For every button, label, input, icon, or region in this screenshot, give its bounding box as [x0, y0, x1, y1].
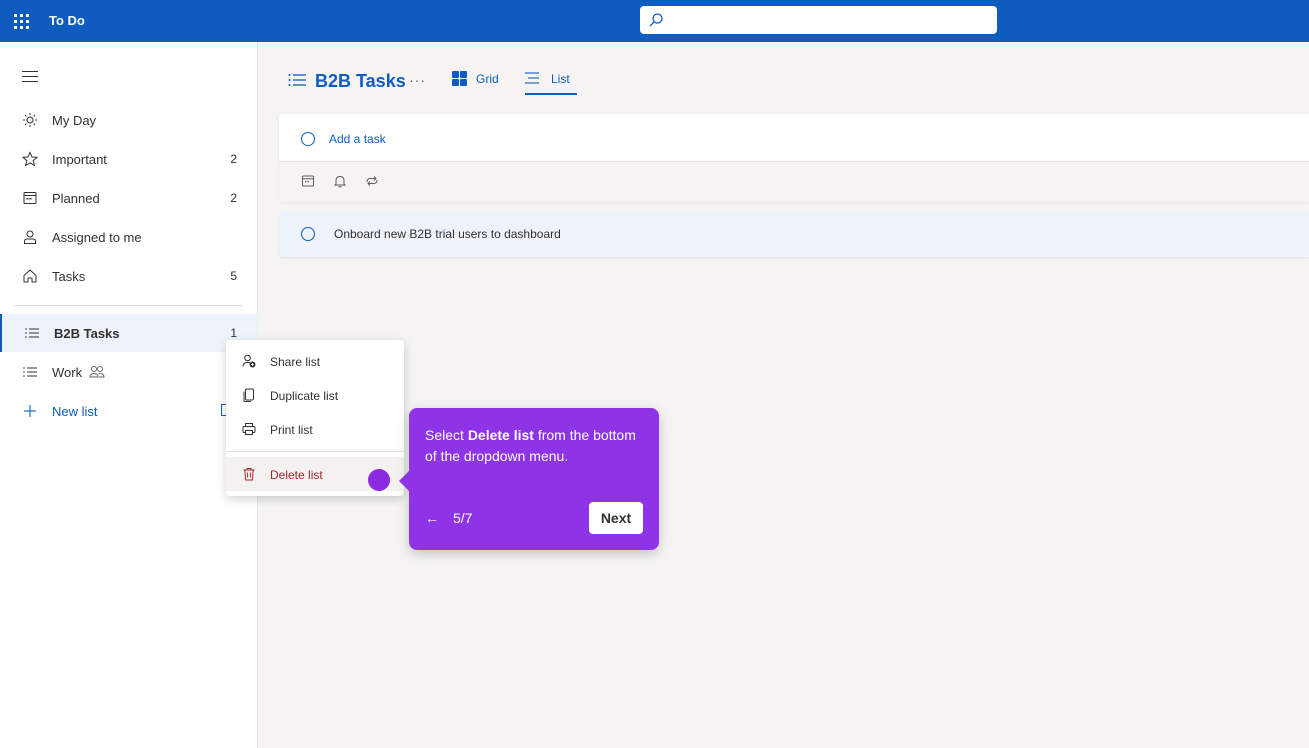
sidebar-item-label: Tasks — [52, 269, 86, 284]
main-panel: B2B Tasks ··· Grid List Add a task Onboa… — [259, 42, 1309, 748]
list-icon — [23, 367, 37, 377]
sidebar-item-tasks[interactable]: Tasks 5 — [0, 257, 258, 295]
sidebar-item-count: 1 — [230, 326, 237, 340]
sidebar-item-count: 5 — [230, 269, 237, 283]
sidebar-item-work[interactable]: Work — [0, 353, 258, 391]
sidebar-item-count: 2 — [230, 152, 237, 166]
sidebar-item-label: Assigned to me — [52, 230, 142, 245]
menu-item-label: Print list — [270, 423, 313, 437]
search-icon — [649, 13, 663, 27]
sidebar-item-label: Work — [52, 365, 83, 380]
tab-label: Grid — [476, 72, 499, 86]
app-title[interactable]: To Do — [49, 13, 85, 28]
list-icon — [25, 328, 39, 338]
grid-icon — [452, 71, 467, 86]
due-date-calendar-icon[interactable] — [301, 174, 315, 188]
walkthrough-tooltip: Select Delete list from the bottom of th… — [399, 408, 659, 550]
sidebar-item-b2b-tasks[interactable]: B2B Tasks 1 — [0, 314, 258, 352]
plus-icon — [24, 405, 36, 417]
step-counter: 5/7 — [453, 510, 473, 526]
back-arrow-icon[interactable]: ← — [425, 510, 439, 526]
add-task-toolbar — [279, 161, 1309, 202]
tooltip-instruction: Select Delete list from the bottom of th… — [425, 427, 636, 464]
sidebar-item-label: My Day — [52, 113, 97, 128]
list-view-icon — [525, 72, 539, 84]
printer-icon — [242, 423, 256, 435]
sidebar-item-count: 2 — [230, 191, 237, 205]
new-list-button[interactable]: New list — [0, 392, 258, 430]
reminder-bell-icon[interactable] — [333, 174, 347, 188]
sidebar-item-planned[interactable]: Planned 2 — [0, 179, 258, 217]
next-button[interactable]: Next — [589, 502, 643, 534]
hamburger-menu-icon[interactable] — [22, 71, 38, 83]
menu-divider — [226, 451, 404, 452]
star-icon — [22, 151, 38, 167]
list-title[interactable]: B2B Tasks — [315, 71, 406, 92]
list-icon — [288, 74, 306, 86]
tab-list-view[interactable]: List — [525, 71, 577, 95]
sun-icon — [23, 113, 37, 127]
waffle-icon[interactable] — [12, 12, 30, 30]
add-task-card: Add a task — [279, 114, 1309, 202]
repeat-icon[interactable] — [365, 174, 379, 188]
trash-icon — [243, 468, 255, 481]
menu-item-duplicate-list[interactable]: Duplicate list — [226, 378, 404, 412]
sidebar-item-assigned-to-me[interactable]: Assigned to me — [0, 218, 258, 256]
complete-task-circle-icon[interactable] — [301, 227, 315, 241]
sidebar-item-label: Important — [52, 152, 107, 167]
duplicate-icon — [243, 388, 254, 402]
task-row[interactable]: Onboard new B2B trial users to dashboard — [279, 211, 1309, 257]
sidebar-divider — [14, 305, 243, 306]
menu-item-print-list[interactable]: Print list — [226, 412, 404, 446]
task-title: Onboard new B2B trial users to dashboard — [334, 227, 561, 241]
sidebar-item-label: B2B Tasks — [54, 326, 120, 341]
sidebar-item-label: Planned — [52, 191, 100, 206]
add-task-circle-icon[interactable] — [301, 132, 315, 146]
sidebar-item-my-day[interactable]: My Day — [0, 101, 258, 139]
menu-item-share-list[interactable]: Share list — [226, 344, 404, 378]
calendar-icon — [23, 192, 37, 204]
new-list-label: New list — [52, 404, 98, 419]
sidebar: My Day Important 2 Planned 2 Assigned to… — [0, 42, 258, 748]
tab-label: List — [551, 72, 570, 86]
menu-item-label: Duplicate list — [270, 389, 339, 403]
list-options-more-icon[interactable]: ··· — [409, 72, 426, 88]
home-icon — [23, 269, 37, 283]
share-person-icon — [242, 354, 256, 368]
menu-item-label: Delete list — [270, 468, 323, 482]
search-input[interactable] — [640, 6, 997, 34]
person-icon — [24, 230, 36, 244]
sidebar-item-important[interactable]: Important 2 — [0, 140, 258, 178]
top-bar: To Do — [0, 0, 1309, 42]
menu-item-label: Share list — [270, 355, 321, 369]
add-task-input[interactable]: Add a task — [329, 132, 386, 146]
walkthrough-hotspot[interactable] — [368, 469, 390, 491]
shared-people-icon — [89, 366, 105, 378]
